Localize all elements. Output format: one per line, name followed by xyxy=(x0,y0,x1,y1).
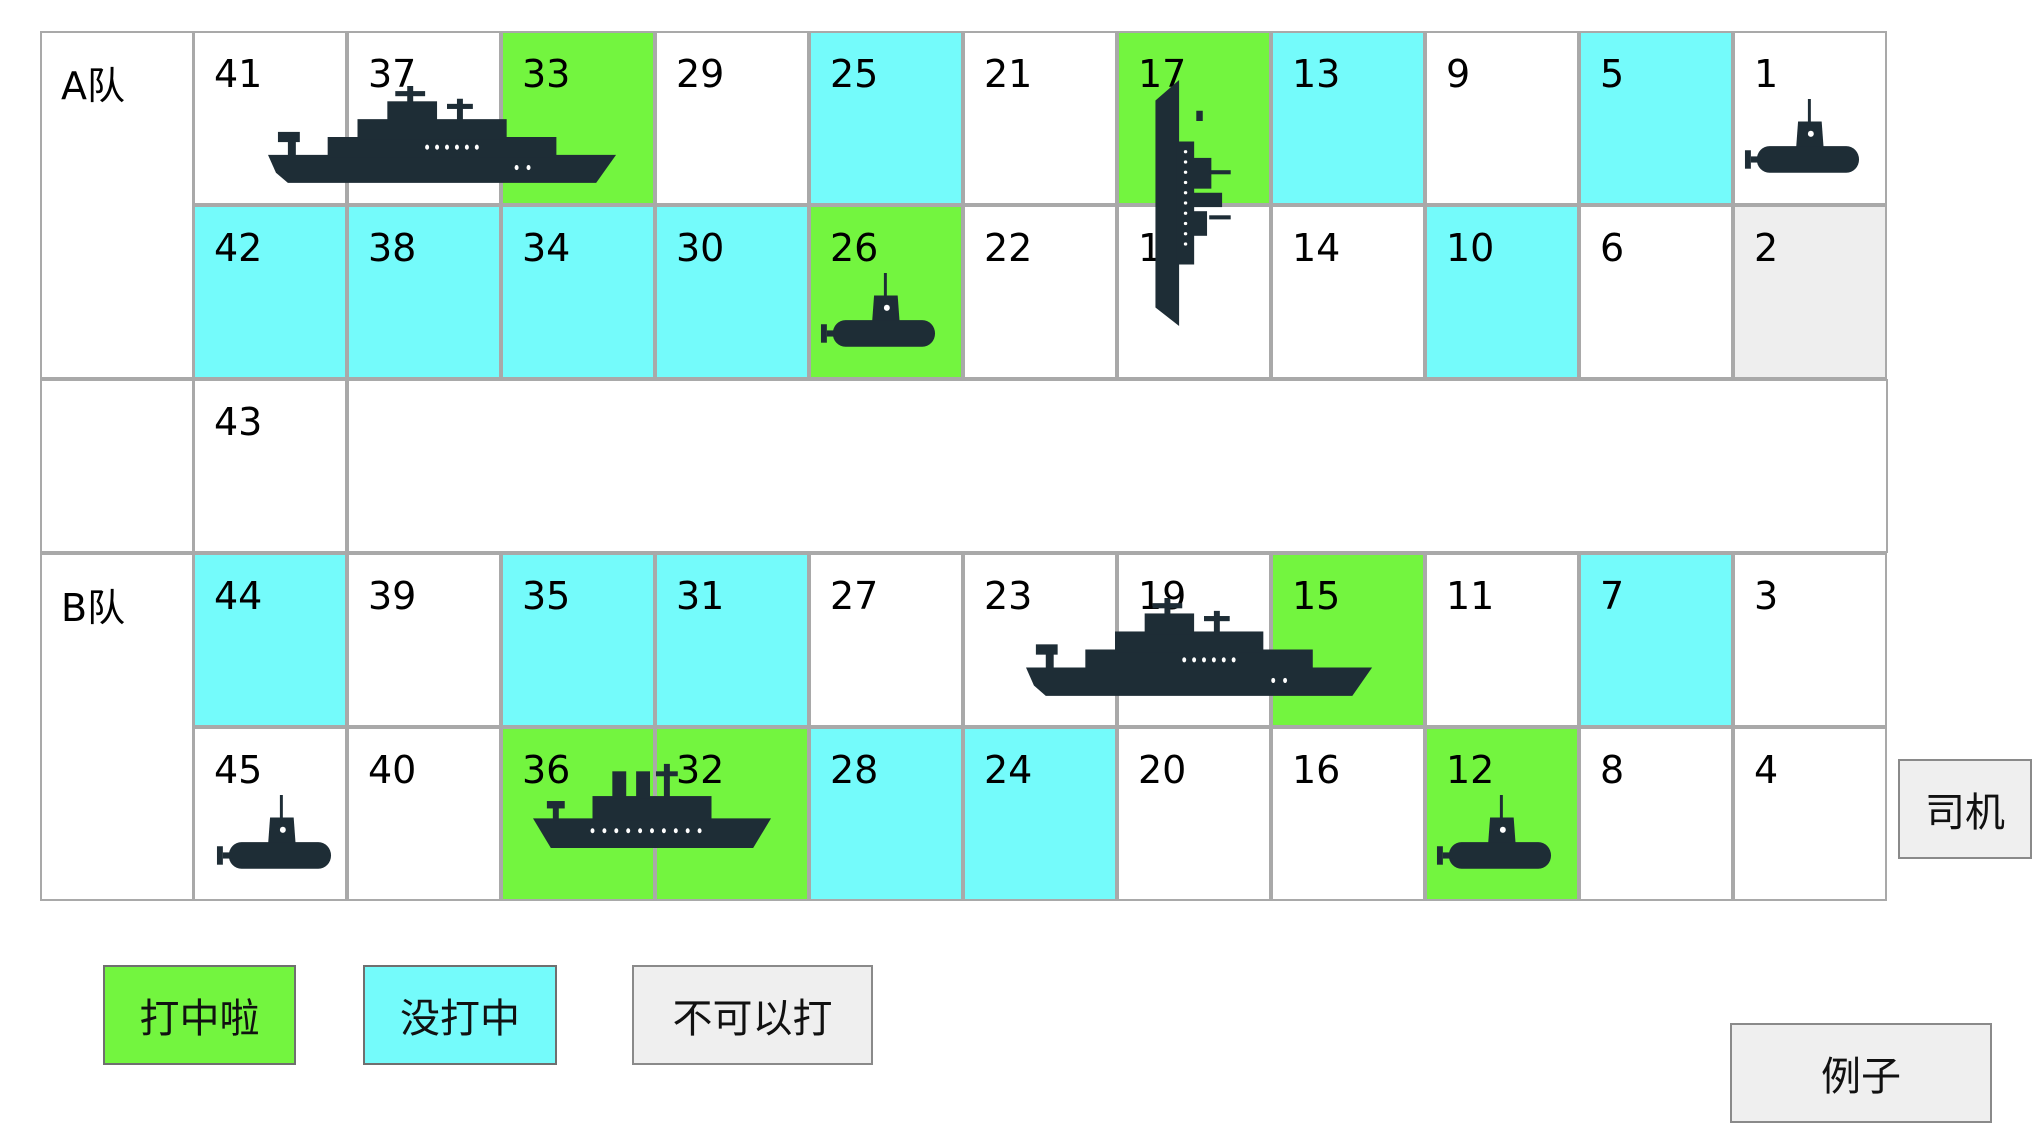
cell-number: 8 xyxy=(1600,748,1625,792)
grid-cell[interactable]: 7 xyxy=(1579,553,1733,727)
cell-number: 25 xyxy=(830,52,879,96)
grid-cell[interactable]: 25 xyxy=(809,31,963,205)
team-b-label: B队 xyxy=(40,553,194,901)
grid-cell[interactable]: 30 xyxy=(655,205,809,379)
cell-number: 27 xyxy=(830,574,879,618)
grid-cell[interactable]: 9 xyxy=(1425,31,1579,205)
cell-number: 9 xyxy=(1446,52,1471,96)
grid-cell[interactable]: 3 xyxy=(1733,553,1887,727)
grid-cell[interactable]: 28 xyxy=(809,727,963,901)
cell-number: 39 xyxy=(368,574,417,618)
legend-hit-button[interactable]: 打中啦 xyxy=(103,965,296,1065)
cell-number: 14 xyxy=(1292,226,1341,270)
cell-number: 21 xyxy=(984,52,1033,96)
grid-cell[interactable]: 27 xyxy=(809,553,963,727)
grid-cell[interactable]: 14 xyxy=(1271,205,1425,379)
submarine-icon xyxy=(1435,795,1553,877)
grid-cell[interactable]: 44 xyxy=(193,553,347,727)
cell-number: 4 xyxy=(1754,748,1779,792)
cell-number: 3 xyxy=(1754,574,1779,618)
cell-number: 30 xyxy=(676,226,725,270)
grid-cell[interactable]: 35 xyxy=(501,553,655,727)
cell-number: 28 xyxy=(830,748,879,792)
grid-cell[interactable]: 20 xyxy=(1117,727,1271,901)
grid-cell[interactable]: 31 xyxy=(655,553,809,727)
grid-cell[interactable]: 16 xyxy=(1271,727,1425,901)
grid-cell[interactable]: 4 xyxy=(1733,727,1887,901)
grid-cell[interactable]: 29 xyxy=(655,31,809,205)
cell-number: 22 xyxy=(984,226,1033,270)
grid-cell[interactable]: 10 xyxy=(1425,205,1579,379)
cell-number: 41 xyxy=(214,52,263,96)
submarine-icon xyxy=(819,273,937,355)
submarine-icon xyxy=(215,795,333,877)
grid-cell[interactable]: 34 xyxy=(501,205,655,379)
cell-number: 12 xyxy=(1446,748,1495,792)
cell-number: 10 xyxy=(1446,226,1495,270)
cell-number: 26 xyxy=(830,226,879,270)
cell-number: 7 xyxy=(1600,574,1625,618)
legend-miss-button[interactable]: 没打中 xyxy=(363,965,557,1065)
cell-number: 43 xyxy=(214,400,263,444)
cell-number: 1 xyxy=(1754,52,1779,96)
grid-cell[interactable]: 5 xyxy=(1579,31,1733,205)
team-a-label: A队 xyxy=(40,31,194,379)
cell-number: 29 xyxy=(676,52,725,96)
grid-cell[interactable]: 38 xyxy=(347,205,501,379)
grid-cell[interactable]: 39 xyxy=(347,553,501,727)
grid-cell[interactable]: 8 xyxy=(1579,727,1733,901)
cell-number: 40 xyxy=(368,748,417,792)
cell-number: 31 xyxy=(676,574,725,618)
cell-number: 35 xyxy=(522,574,571,618)
grid-cell[interactable]: 11 xyxy=(1425,553,1579,727)
cruiser-icon xyxy=(268,86,626,188)
grid-cell[interactable]: 6 xyxy=(1579,205,1733,379)
cell-number: 5 xyxy=(1600,52,1625,96)
middle-row-label xyxy=(40,379,194,553)
cell-number: 24 xyxy=(984,748,1033,792)
middle-row-spacer xyxy=(347,379,1888,553)
legend-blocked-button[interactable]: 不可以打 xyxy=(632,965,873,1065)
destroyer-icon xyxy=(533,754,771,853)
cell-number: 34 xyxy=(522,226,571,270)
cell-number: 13 xyxy=(1292,52,1341,96)
grid-cell[interactable]: 40 xyxy=(347,727,501,901)
cruiser-icon xyxy=(1026,598,1382,701)
grid-cell[interactable]: 22 xyxy=(963,205,1117,379)
cell-number: 44 xyxy=(214,574,263,618)
cell-number: 16 xyxy=(1292,748,1341,792)
cell-number: 38 xyxy=(368,226,417,270)
grid-cell[interactable]: 42 xyxy=(193,205,347,379)
game-board: A队 B队 4137332925211713951423834302622181… xyxy=(40,31,1888,901)
cell-number: 6 xyxy=(1600,226,1625,270)
driver-button[interactable]: 司机 xyxy=(1898,759,2032,859)
cell-number: 2 xyxy=(1754,226,1779,270)
grid-cell[interactable]: 43 xyxy=(193,379,347,553)
cell-number: 11 xyxy=(1446,574,1495,618)
grid-cell[interactable]: 24 xyxy=(963,727,1117,901)
submarine-icon xyxy=(1743,99,1861,181)
grid-cell[interactable]: 13 xyxy=(1271,31,1425,205)
grid-cell[interactable]: 21 xyxy=(963,31,1117,205)
cell-number: 20 xyxy=(1138,748,1187,792)
cell-number: 42 xyxy=(214,226,263,270)
battleship-vertical-icon xyxy=(1149,80,1235,326)
grid-cell[interactable]: 2 xyxy=(1733,205,1887,379)
example-button[interactable]: 例子 xyxy=(1730,1023,1992,1123)
cell-number: 45 xyxy=(214,748,263,792)
